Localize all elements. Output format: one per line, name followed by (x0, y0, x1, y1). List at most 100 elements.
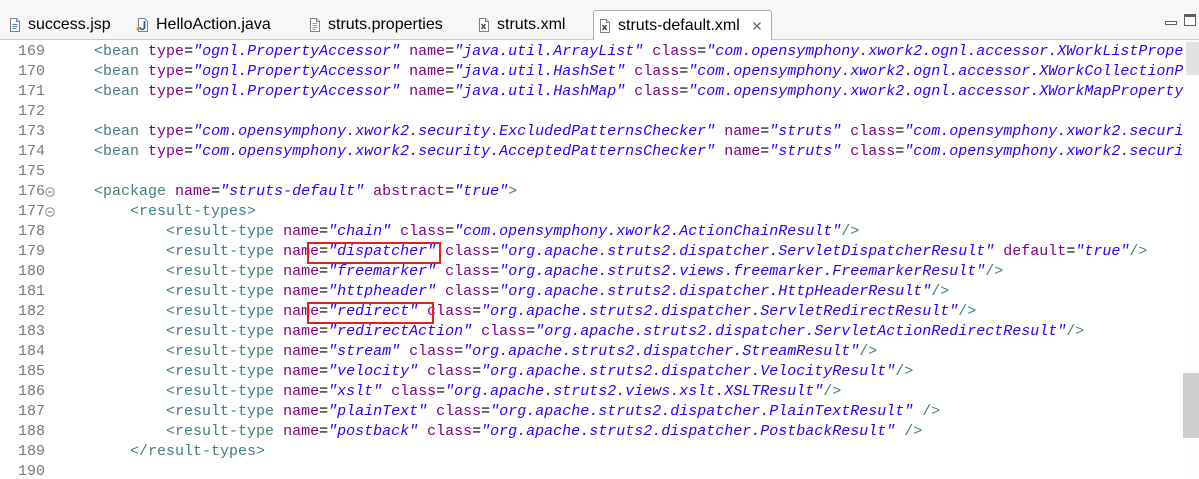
xml-attribute-name[interactable]: type (148, 143, 184, 160)
xml-attribute-name[interactable]: name (409, 63, 445, 80)
xml-attribute-name[interactable]: type (148, 63, 184, 80)
xml-equals-sign[interactable]: = (445, 183, 454, 200)
xml-equals-sign[interactable]: = (319, 303, 328, 320)
xml-tag-bracket[interactable]: /> (931, 283, 949, 300)
xml-attribute-value[interactable]: "true" (454, 183, 508, 200)
xml-attribute-name[interactable]: name (283, 323, 319, 340)
xml-attribute-value[interactable]: "true" (1075, 243, 1129, 260)
xml-tag-name[interactable]: <result-type (166, 223, 274, 240)
xml-attribute-name[interactable]: class (634, 63, 679, 80)
xml-attribute-value[interactable]: "com.opensymphony.xwork2.ActionChainResu… (454, 223, 841, 240)
xml-attribute-name[interactable]: name (283, 303, 319, 320)
xml-tag-bracket[interactable]: /> (895, 363, 913, 380)
code-line[interactable]: <bean type="ognl.PropertyAccessor" name=… (58, 62, 1183, 82)
xml-equals-sign[interactable]: = (895, 123, 904, 140)
xml-equals-sign[interactable]: = (760, 143, 769, 160)
xml-equals-sign[interactable]: = (319, 343, 328, 360)
xml-tag-name[interactable]: <result-type (166, 323, 274, 340)
code-line[interactable]: <result-type name="dispatcher" class="or… (58, 242, 1183, 262)
xml-equals-sign[interactable]: = (490, 243, 499, 260)
xml-attribute-value[interactable]: "stream" (328, 343, 400, 360)
maximize-button[interactable] (1183, 13, 1197, 27)
xml-attribute-value[interactable]: "org.apache.struts2.dispatcher.PlainText… (490, 403, 913, 420)
code-line[interactable]: </result-types> (58, 442, 1183, 462)
xml-attribute-name[interactable]: class (652, 43, 697, 60)
xml-attribute-name[interactable]: name (283, 383, 319, 400)
xml-equals-sign[interactable]: = (319, 363, 328, 380)
xml-attribute-value[interactable]: "redirect" (328, 303, 418, 320)
xml-tag-name[interactable]: <result-type (166, 263, 274, 280)
xml-attribute-name[interactable]: class (427, 423, 472, 440)
xml-attribute-value[interactable]: "chain" (328, 223, 391, 240)
xml-attribute-value[interactable]: "ognl.PropertyAccessor" (193, 63, 400, 80)
xml-attribute-name[interactable]: class (481, 323, 526, 340)
xml-equals-sign[interactable]: = (445, 83, 454, 100)
xml-attribute-name[interactable]: name (409, 83, 445, 100)
xml-equals-sign[interactable]: = (319, 323, 328, 340)
xml-tag-bracket[interactable]: /> (1066, 323, 1084, 340)
xml-equals-sign[interactable]: = (697, 43, 706, 60)
xml-equals-sign[interactable]: = (895, 143, 904, 160)
scrollbar-top-segment[interactable] (1186, 42, 1199, 75)
xml-equals-sign[interactable]: = (436, 383, 445, 400)
code-text-area[interactable]: <bean type="ognl.PropertyAccessor" name=… (58, 42, 1183, 479)
xml-equals-sign[interactable]: = (319, 283, 328, 300)
code-line[interactable]: <result-type name="freemarker" class="or… (58, 262, 1183, 282)
xml-attribute-name[interactable]: class (850, 143, 895, 160)
xml-attribute-value[interactable]: "ognl.PropertyAccessor" (193, 83, 400, 100)
code-line[interactable]: <bean type="ognl.PropertyAccessor" name=… (58, 82, 1183, 102)
xml-attribute-value[interactable]: "java.util.ArrayList" (454, 43, 643, 60)
code-line[interactable]: <result-type name="stream" class="org.ap… (58, 342, 1183, 362)
xml-equals-sign[interactable]: = (472, 303, 481, 320)
xml-attribute-name[interactable]: class (850, 123, 895, 140)
xml-equals-sign[interactable]: = (472, 363, 481, 380)
xml-attribute-value[interactable]: "org.apache.struts2.dispatcher.ServletAc… (535, 323, 1066, 340)
xml-attribute-name[interactable]: class (400, 223, 445, 240)
xml-tag-bracket[interactable]: /> (958, 303, 976, 320)
xml-attribute-name[interactable]: name (175, 183, 211, 200)
tab-struts-default-xml-active[interactable]: struts-default.xml (593, 10, 772, 40)
xml-attribute-name[interactable]: name (283, 403, 319, 420)
code-line[interactable]: <result-type name="xslt" class="org.apac… (58, 382, 1183, 402)
xml-tag-bracket[interactable]: /> (985, 263, 1003, 280)
xml-tag-name[interactable]: <result-type (166, 283, 274, 300)
xml-attribute-name[interactable]: class (634, 83, 679, 100)
xml-attribute-name[interactable]: name (409, 43, 445, 60)
xml-attribute-value[interactable]: "com.opensymphony.xwork2.security.Accept… (193, 143, 715, 160)
xml-tag-name[interactable]: <result-type (166, 363, 274, 380)
xml-attribute-name[interactable]: type (148, 83, 184, 100)
xml-attribute-name[interactable]: name (283, 283, 319, 300)
vertical-scrollbar[interactable] (1183, 40, 1199, 479)
xml-attribute-name[interactable]: name (283, 263, 319, 280)
xml-equals-sign[interactable]: = (679, 63, 688, 80)
xml-tag-bracket[interactable]: > (508, 183, 517, 200)
xml-attribute-name[interactable]: type (148, 43, 184, 60)
xml-tag-bracket[interactable]: > (247, 203, 256, 220)
xml-attribute-value[interactable]: "ognl.PropertyAccessor" (193, 43, 400, 60)
xml-equals-sign[interactable]: = (319, 243, 328, 260)
xml-equals-sign[interactable]: = (481, 403, 490, 420)
xml-source-editor[interactable]: 169 170 171 172 173 174 175 176 177 178 179 180 181 1… (0, 40, 1199, 479)
xml-tag-name[interactable]: <bean (94, 83, 139, 100)
xml-attribute-name[interactable]: name (724, 143, 760, 160)
code-line[interactable]: <result-type name="chain" class="com.ope… (58, 222, 1183, 242)
xml-attribute-name[interactable]: class (445, 283, 490, 300)
xml-equals-sign[interactable]: = (319, 403, 328, 420)
xml-attribute-value[interactable]: "org.apache.struts2.dispatcher.StreamRes… (463, 343, 859, 360)
xml-attribute-name[interactable]: type (148, 123, 184, 140)
xml-tag-name[interactable]: <result-type (166, 423, 274, 440)
xml-equals-sign[interactable]: = (454, 343, 463, 360)
xml-attribute-value[interactable]: "org.apache.struts2.dispatcher.ServletDi… (499, 243, 994, 260)
xml-attribute-value[interactable]: "postback" (328, 423, 418, 440)
xml-attribute-name[interactable]: class (445, 263, 490, 280)
xml-attribute-value[interactable]: "com.opensymphony.xwork2.security.Exclud… (193, 123, 715, 140)
xml-equals-sign[interactable]: = (445, 223, 454, 240)
tab-struts-properties[interactable]: struts.properties (307, 10, 443, 40)
code-line[interactable] (58, 162, 1183, 182)
code-line[interactable]: <result-type name="redirect" class="org.… (58, 302, 1183, 322)
xml-attribute-name[interactable]: class (427, 303, 472, 320)
xml-attribute-value[interactable]: "java.util.HashSet" (454, 63, 625, 80)
xml-tag-name[interactable]: <bean (94, 123, 139, 140)
xml-equals-sign[interactable]: = (445, 63, 454, 80)
code-line[interactable]: <bean type="com.opensymphony.xwork2.secu… (58, 142, 1183, 162)
